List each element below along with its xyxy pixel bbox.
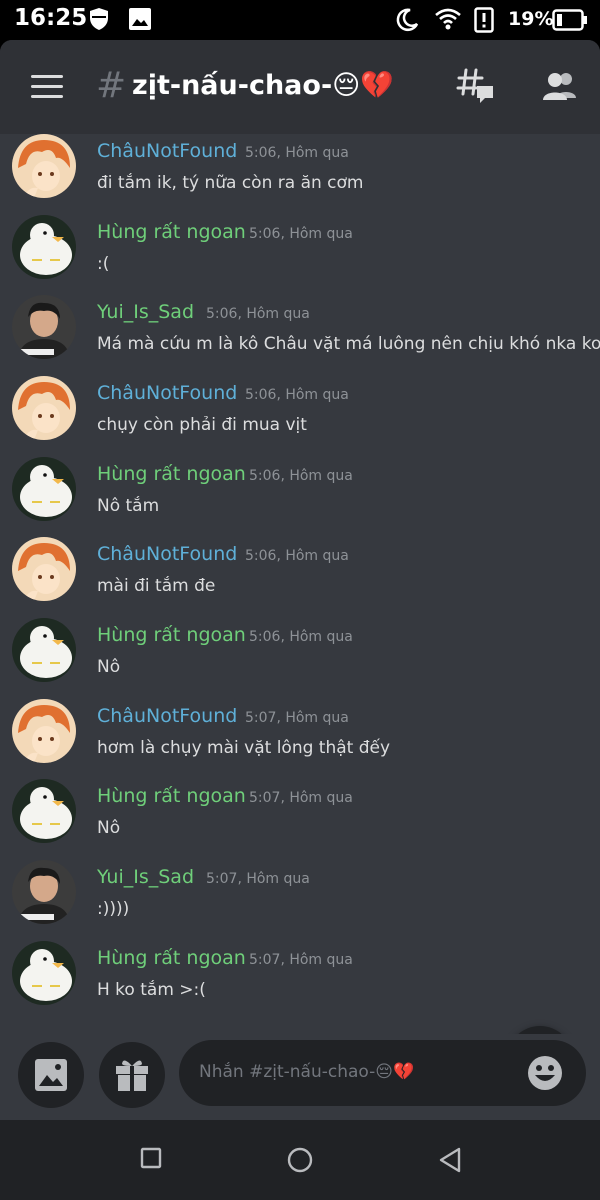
- duck-avatar-image: [12, 215, 76, 279]
- message-timestamp: 5:06, Hôm qua: [249, 226, 353, 242]
- message-item[interactable]: Yui_Is_Sad 5:06, Hôm qua Má mà cứu m là …: [0, 295, 600, 375]
- message-timestamp: 5:07, Hôm qua: [249, 790, 353, 806]
- image-icon: [128, 7, 152, 35]
- avatar[interactable]: [12, 699, 76, 763]
- message-content: hơm là chụy mài vặt lông thật đếy: [97, 738, 391, 758]
- message-author[interactable]: Hùng rất ngoan: [97, 785, 246, 807]
- message-input-placeholder: Nhắn #zịt-nấu-chao-😔💔: [199, 1062, 415, 1082]
- message-content: chụy còn phải đi mua vịt: [97, 415, 307, 435]
- message-composer: Nhắn #zịt-nấu-chao-😔💔: [0, 1034, 600, 1120]
- channel-hash-icon: #: [96, 65, 127, 106]
- gift-icon: [116, 1060, 148, 1091]
- discord-app: # zịt-nấu-chao-😔💔 ChâuNotFound 5:06, Hôm: [0, 40, 600, 1120]
- back-triangle-icon[interactable]: [437, 1146, 463, 1178]
- avatar[interactable]: [12, 295, 76, 359]
- anime-avatar-image: [12, 134, 76, 198]
- message-item[interactable]: ChâuNotFound 5:06, Hôm qua chụy còn phải…: [0, 376, 600, 456]
- message-content: H ko tắm >:(: [97, 980, 206, 1000]
- home-circle-icon[interactable]: [286, 1146, 314, 1178]
- message-content: Nô: [97, 818, 121, 838]
- wifi-icon: [434, 7, 462, 35]
- avatar[interactable]: [12, 779, 76, 843]
- message-timestamp: 5:06, Hôm qua: [249, 629, 353, 645]
- battery-icon: [552, 9, 588, 35]
- channel-title: zịt-nấu-chao-😔💔: [132, 70, 394, 101]
- message-author[interactable]: Yui_Is_Sad: [97, 301, 194, 323]
- message-content: mài đi tắm đe: [97, 576, 216, 596]
- emoji-icon[interactable]: [527, 1055, 563, 1095]
- message-author[interactable]: ChâuNotFound: [97, 382, 237, 404]
- avatar[interactable]: [12, 537, 76, 601]
- message-author[interactable]: Hùng rất ngoan: [97, 221, 246, 243]
- message-item[interactable]: Hùng rất ngoan 5:06, Hôm qua Nô: [0, 618, 600, 698]
- message-author[interactable]: Yui_Is_Sad: [97, 866, 194, 888]
- message-content: đi tắm ik, tý nữa còn ra ăn cơm: [97, 173, 364, 193]
- message-timestamp: 5:06, Hôm qua: [206, 306, 310, 322]
- avatar[interactable]: [12, 376, 76, 440]
- message-timestamp: 5:07, Hôm qua: [206, 871, 310, 887]
- message-author[interactable]: Hùng rất ngoan: [97, 624, 246, 646]
- message-item[interactable]: Hùng rất ngoan 5:06, Hôm qua :(: [0, 215, 600, 295]
- battery-percent: 19%: [508, 8, 554, 30]
- message-item[interactable]: ChâuNotFound 5:06, Hôm qua đi tắm ik, tý…: [0, 134, 600, 214]
- chevron-down-icon: [507, 1026, 573, 1034]
- message-author[interactable]: ChâuNotFound: [97, 543, 237, 565]
- channel-header: # zịt-nấu-chao-😔💔: [0, 40, 600, 134]
- message-author[interactable]: Hùng rất ngoan: [97, 947, 246, 969]
- moon-icon: [394, 7, 420, 37]
- recents-square-icon[interactable]: [139, 1146, 163, 1174]
- message-author[interactable]: ChâuNotFound: [97, 140, 237, 162]
- message-author[interactable]: ChâuNotFound: [97, 705, 237, 727]
- message-list[interactable]: ChâuNotFound 5:06, Hôm qua đi tắm ik, tý…: [0, 134, 600, 1034]
- shield-icon: [88, 7, 110, 35]
- attach-image-button[interactable]: [18, 1042, 84, 1108]
- avatar[interactable]: [12, 134, 76, 198]
- gift-button[interactable]: [99, 1042, 165, 1108]
- message-timestamp: 5:06, Hôm qua: [245, 548, 349, 564]
- avatar[interactable]: [12, 215, 76, 279]
- message-author[interactable]: Hùng rất ngoan: [97, 463, 246, 485]
- message-item[interactable]: ChâuNotFound 5:07, Hôm qua hơm là chụy m…: [0, 699, 600, 779]
- message-content: Má mà cứu m là kô Châu vặt má luông nên …: [97, 334, 600, 354]
- message-content: :)))): [97, 899, 130, 919]
- message-timestamp: 5:06, Hôm qua: [245, 145, 349, 161]
- image-icon: [35, 1059, 67, 1091]
- message-content: Nô tắm: [97, 496, 160, 516]
- avatar[interactable]: [12, 618, 76, 682]
- menu-icon[interactable]: [31, 75, 63, 101]
- message-timestamp: 5:06, Hôm qua: [245, 387, 349, 403]
- avatar[interactable]: [12, 457, 76, 521]
- jump-to-bottom-button[interactable]: [507, 1026, 573, 1034]
- message-content: :(: [97, 254, 110, 274]
- message-timestamp: 5:07, Hôm qua: [249, 952, 353, 968]
- avatar[interactable]: [12, 860, 76, 924]
- system-nav-bar: [0, 1120, 600, 1200]
- alert-icon: [474, 7, 494, 37]
- message-item[interactable]: Hùng rất ngoan 5:07, Hôm qua Nô: [0, 779, 600, 859]
- threads-icon[interactable]: [456, 66, 496, 110]
- photo-avatar-image: [12, 295, 76, 359]
- avatar[interactable]: [12, 941, 76, 1005]
- message-item[interactable]: ChâuNotFound 5:06, Hôm qua mài đi tắm đe: [0, 537, 600, 617]
- message-timestamp: 5:07, Hôm qua: [245, 710, 349, 726]
- message-item[interactable]: Hùng rất ngoan 5:07, Hôm qua H ko tắm >:…: [0, 941, 600, 1021]
- message-input[interactable]: Nhắn #zịt-nấu-chao-😔💔: [179, 1040, 586, 1106]
- message-item[interactable]: Yui_Is_Sad 5:07, Hôm qua :)))): [0, 860, 600, 940]
- message-timestamp: 5:06, Hôm qua: [249, 468, 353, 484]
- message-item[interactable]: Hùng rất ngoan 5:06, Hôm qua Nô tắm: [0, 457, 600, 537]
- members-icon[interactable]: [542, 70, 578, 106]
- status-bar: 16:25 19%: [0, 0, 600, 40]
- status-time: 16:25: [14, 5, 88, 31]
- message-content: Nô: [97, 657, 121, 677]
